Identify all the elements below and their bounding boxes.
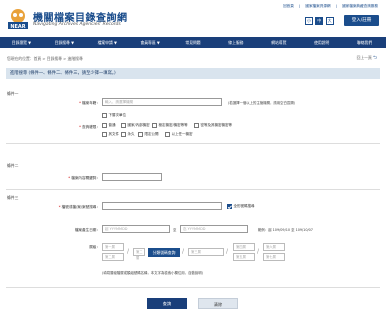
nav-faq[interactable]: 常見問題 (172, 37, 215, 48)
level-1b[interactable]: 第二層 (102, 253, 124, 261)
level-lookup-button[interactable]: 分類號碼查詢 (148, 248, 180, 257)
search-button[interactable]: 查詢 (147, 298, 187, 309)
home-link[interactable]: 回首頁 (283, 4, 294, 8)
font-medium-button[interactable]: 中 (315, 17, 324, 25)
nav-online[interactable]: 線上服務 (214, 37, 257, 48)
back-label: 回上一頁 (356, 55, 372, 60)
date-to-input[interactable]: 迄 YYYMMDD (180, 225, 248, 233)
exact-checkbox[interactable]: 全形號碼搜尋 (227, 204, 255, 209)
agency-input[interactable]: 輸入、請選擇機關 (102, 98, 222, 106)
level-4[interactable]: 第四層 (233, 243, 255, 251)
level-5[interactable]: 第五層 (233, 253, 255, 261)
level-slash-3: / (226, 248, 229, 255)
agency-label: * 檔案年籍： (79, 101, 100, 105)
site-subtitle: Navigating Archives Agencies' Records (33, 22, 121, 27)
font-large-button[interactable]: 大 (325, 17, 334, 25)
keyword-label: * 檔案內容關鍵詞： (68, 176, 100, 180)
category-option-1[interactable]: 國家/內部機密 (121, 123, 150, 128)
login-button[interactable]: 登入/註冊 (344, 15, 379, 26)
category-option-0[interactable]: 普通 (102, 123, 116, 128)
nav-search[interactable]: 目錄搜尋 ▼ (43, 37, 86, 48)
level-6[interactable]: 第六層 (263, 243, 285, 251)
archive-link[interactable]: 國家檔案典藏查詢服務 (342, 4, 378, 8)
nav-apply[interactable]: 檔案申請 ▼ (86, 37, 129, 48)
category-option-5[interactable]: 永久 (121, 132, 135, 137)
agency-note: (若選擇一個以上的主管機關，請用空白區隔) (228, 101, 296, 105)
category-option-3[interactable]: 密等及其機密機密等 (194, 123, 232, 128)
clear-button[interactable]: 清除 (198, 298, 238, 309)
nav-sitemap[interactable]: 網站導覽 (257, 37, 300, 48)
main-nav: 目錄瀏覽 ▼ 目錄搜尋 ▼ 檔案申請 ▼ 會員專區 ▼ 常見問題 線上服務 網站… (0, 37, 386, 48)
sub-unit-checkbox[interactable]: 下層次單位 (102, 113, 126, 118)
level-label: 層級： (89, 245, 100, 249)
category-option-2[interactable]: 極定機密/機密等等 (152, 123, 188, 128)
divider-3 (6, 287, 380, 288)
section-cond3: 條件三 (7, 195, 19, 200)
back-arrow-icon: ⮌ (372, 55, 377, 61)
exact-box[interactable] (227, 204, 232, 209)
date-example: 範例：起 109/09/10 至 109/10/07 (258, 228, 313, 232)
level-7[interactable]: 第七層 (263, 253, 285, 261)
font-small-button[interactable]: 小 (305, 17, 313, 25)
date-from-input[interactable]: 起 YYYMMDD (102, 225, 170, 233)
level-slash-1: / (127, 248, 130, 255)
date-label: 檔案產生日期： (74, 228, 100, 232)
site-header: NEAR 機關檔案目錄查詢網 Navigating Archives Agenc… (0, 0, 386, 36)
divider-2 (6, 189, 380, 190)
level-2[interactable]: 第二層 (133, 248, 145, 260)
category-option-4[interactable]: 其文件 (102, 132, 119, 137)
divider-1 (6, 143, 380, 144)
sub-unit-box[interactable] (102, 113, 107, 118)
level-1[interactable]: 第一層 (102, 243, 124, 251)
resource-link[interactable]: 國家檔案資源網 (305, 4, 330, 8)
top-links: 回首頁 | 國家檔案資源網 | 國家檔案典藏查詢服務 (283, 4, 378, 8)
date-to-separator: 至 (173, 228, 177, 232)
section-cond2: 條件二 (7, 163, 19, 168)
level-slash-2: / (182, 248, 185, 255)
level-3[interactable]: 第三層 (188, 248, 224, 256)
nav-browse[interactable]: 目錄瀏覽 ▼ (0, 37, 43, 48)
keyword-input[interactable] (102, 173, 162, 181)
doc-input[interactable] (102, 202, 222, 210)
logo-icon[interactable]: NEAR (6, 7, 30, 31)
breadcrumb: 您現在的位置：首頁 > 目錄搜尋 > 進階搜尋 (7, 56, 83, 61)
page-title: 進階搜尋 (條件一、條件二、條件三，請至少擇一填寫。) (6, 68, 380, 79)
category-option-7[interactable]: 以上任一機密 (165, 132, 193, 137)
doc-label: * 檔號或檔/案/案號搜尋： (58, 205, 100, 209)
svg-text:NEAR: NEAR (10, 24, 25, 30)
category-label: * 查詢權限： (79, 125, 100, 129)
back-link[interactable]: 回上一頁 ⮌ (357, 55, 377, 63)
font-size-controls: 小 中 大 (305, 17, 335, 25)
level-slash-4: / (257, 248, 260, 255)
nav-member[interactable]: 會員專區 ▼ (129, 37, 172, 48)
category-option-6[interactable]: 限定公開 (138, 132, 159, 137)
level-note: (填寫層級階層或類組號碼名稱，本文字為檢索小欄位用，自動說明) (102, 271, 203, 275)
nav-contact[interactable]: 聯絡我們 (343, 37, 386, 48)
section-cond1: 條件一 (7, 91, 19, 96)
nav-help[interactable]: 使用說明 (300, 37, 343, 48)
